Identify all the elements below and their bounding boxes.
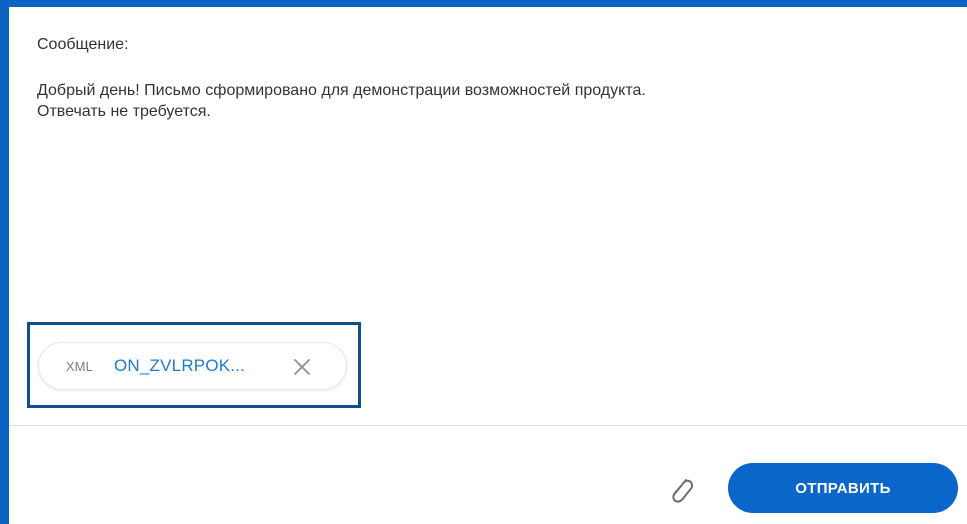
- message-text: Добрый день! Письмо сформировано для дем…: [37, 80, 937, 122]
- attachment-chip[interactable]: XML ON_ZVLRPOK...: [38, 342, 347, 390]
- attachment-type-label: XML: [66, 359, 93, 374]
- attachment-file-name[interactable]: ON_ZVLRPOK...: [114, 356, 245, 376]
- message-panel: [0, 0, 967, 524]
- paperclip-icon[interactable]: [666, 472, 696, 508]
- close-icon[interactable]: [292, 357, 312, 377]
- message-text-line: Отвечать не требуется.: [37, 103, 211, 120]
- message-label: Сообщение:: [37, 36, 129, 53]
- footer-divider: [9, 425, 967, 426]
- message-text-line: Добрый день! Письмо сформировано для дем…: [37, 82, 646, 99]
- send-button[interactable]: ОТПРАВИТЬ: [728, 463, 958, 513]
